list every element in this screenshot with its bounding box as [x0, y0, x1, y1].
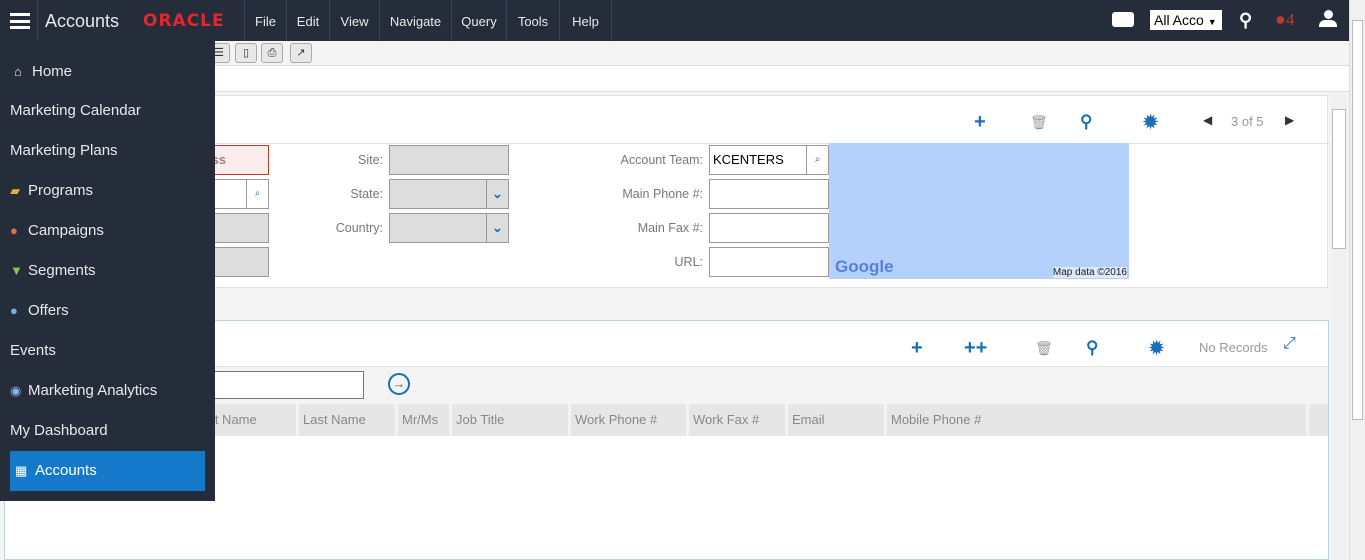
col-last-name[interactable]: Last Name: [296, 404, 395, 436]
map[interactable]: Google Map data ©2016: [829, 143, 1129, 279]
chevron-down-icon: ⌄: [486, 180, 508, 208]
page-scrollbar[interactable]: [1349, 0, 1365, 560]
site-field[interactable]: [389, 145, 509, 175]
settings-gear-icon[interactable]: ✹: [1149, 338, 1164, 358]
delete-icon[interactable]: 🗑: [1035, 340, 1053, 357]
chat-icon[interactable]: [1112, 12, 1134, 27]
oracle-logo: ORACLE: [143, 11, 225, 31]
user-icon[interactable]: [1319, 10, 1337, 28]
query-search-icon[interactable]: ⚲: [1080, 112, 1092, 132]
country-label: Country:: [335, 221, 383, 235]
records-status: No Records: [1199, 340, 1268, 355]
expand-icon[interactable]: ⤢: [1283, 335, 1296, 353]
sidebar-item-campaigns[interactable]: ● Campaigns: [10, 211, 205, 251]
home-icon: ⌂: [14, 64, 22, 79]
url-field[interactable]: [709, 247, 829, 277]
lookup-icon[interactable]: ⌕: [806, 146, 828, 174]
map-credit: Map data ©2016: [1052, 267, 1127, 278]
record-pager: 3 of 5: [1231, 114, 1264, 129]
panel-scrollbar[interactable]: [1331, 95, 1347, 560]
sidebar-item-segments[interactable]: ▼ Segments: [10, 251, 205, 291]
campaigns-icon: ●: [10, 223, 18, 238]
go-arrow-icon[interactable]: →: [388, 373, 410, 395]
sidebar-item-offers[interactable]: ● Offers: [10, 291, 205, 331]
col-work-phone[interactable]: Work Phone #: [568, 404, 686, 436]
col-salutation[interactable]: Mr/Ms: [395, 404, 449, 436]
menu-view[interactable]: View: [329, 0, 379, 41]
main-fax-label: Main Fax #:: [637, 221, 703, 235]
sidebar-item-events[interactable]: Events: [10, 331, 205, 371]
chart-button[interactable]: ↗: [290, 43, 312, 63]
offers-icon: ●: [10, 303, 18, 318]
menu-help[interactable]: Help: [559, 0, 612, 41]
app-title: Accounts: [45, 11, 120, 31]
main-phone-label: Main Phone #:: [622, 187, 703, 201]
caret-down-icon: ▼: [1207, 17, 1217, 27]
google-logo: Google: [835, 257, 894, 276]
sidebar: ⌂ Home Marketing Calendar Marketing Plans…: [0, 41, 215, 501]
sidebar-item-marketing-analytics[interactable]: ◉ Marketing Analytics: [10, 371, 205, 411]
accounts-icon: ▦: [15, 463, 28, 478]
clipboard-button[interactable]: ▯: [235, 43, 257, 63]
menu-tools[interactable]: Tools: [506, 0, 559, 41]
add-icon[interactable]: +: [911, 338, 923, 358]
scope-select[interactable]: All Acco ▼: [1150, 10, 1222, 30]
main-fax-field[interactable]: [709, 213, 829, 243]
sidebar-item-programs[interactable]: ▰ Programs: [10, 171, 205, 211]
contacts-search-input[interactable]: [200, 371, 364, 399]
menu-file[interactable]: File: [244, 0, 286, 41]
sidebar-item-accounts[interactable]: ▦ Accounts: [10, 451, 205, 491]
sidebar-item-home[interactable]: ⌂ Home: [14, 52, 209, 92]
site-label: Site:: [357, 153, 383, 167]
account-team-field[interactable]: KCENTERS ⌕: [709, 145, 829, 175]
segments-icon: ▼: [10, 263, 23, 278]
col-work-fax[interactable]: Work Fax #: [686, 404, 785, 436]
analytics-icon: ◉: [10, 383, 22, 398]
main-phone-field[interactable]: [709, 179, 829, 209]
query-search-icon[interactable]: ⚲: [1086, 338, 1098, 358]
chevron-down-icon: ⌄: [486, 214, 508, 242]
menu-query[interactable]: Query: [451, 0, 506, 41]
state-label: State:: [350, 187, 383, 201]
add-icon[interactable]: +: [974, 112, 986, 132]
sidebar-item-my-dashboard[interactable]: My Dashboard: [10, 411, 205, 451]
next-record-icon[interactable]: ▶: [1285, 113, 1294, 127]
prev-record-icon[interactable]: ◀: [1203, 113, 1212, 127]
alerts-icon[interactable]: ●4: [1275, 9, 1294, 30]
print-button[interactable]: ⎙: [261, 43, 283, 63]
programs-icon: ▰: [10, 183, 20, 198]
sidebar-item-marketing-calendar[interactable]: Marketing Calendar: [10, 91, 205, 131]
top-bar: Accounts ORACLE File Edit View Navigate …: [0, 0, 1349, 41]
col-job-title[interactable]: Job Title: [449, 404, 568, 436]
url-label: URL:: [674, 255, 703, 269]
account-team-label: Account Team:: [620, 153, 703, 167]
add-multiple-icon[interactable]: ++: [964, 338, 987, 358]
delete-icon[interactable]: 🗑: [1030, 114, 1048, 131]
hamburger-menu-icon[interactable]: [10, 13, 30, 29]
menu-navigate[interactable]: Navigate: [379, 0, 451, 41]
sidebar-item-marketing-plans[interactable]: Marketing Plans: [10, 131, 205, 171]
col-mobile-phone[interactable]: Mobile Phone #: [884, 404, 1306, 436]
col-email[interactable]: Email: [785, 404, 884, 436]
search-icon[interactable]: ⚲: [1239, 10, 1252, 31]
settings-gear-icon[interactable]: ✹: [1143, 112, 1158, 132]
col-filler: [1306, 404, 1328, 436]
menu-edit[interactable]: Edit: [286, 0, 329, 41]
alert-count: 4: [1285, 10, 1295, 29]
country-select[interactable]: ⌄: [389, 213, 509, 243]
state-select[interactable]: ⌄: [389, 179, 509, 209]
